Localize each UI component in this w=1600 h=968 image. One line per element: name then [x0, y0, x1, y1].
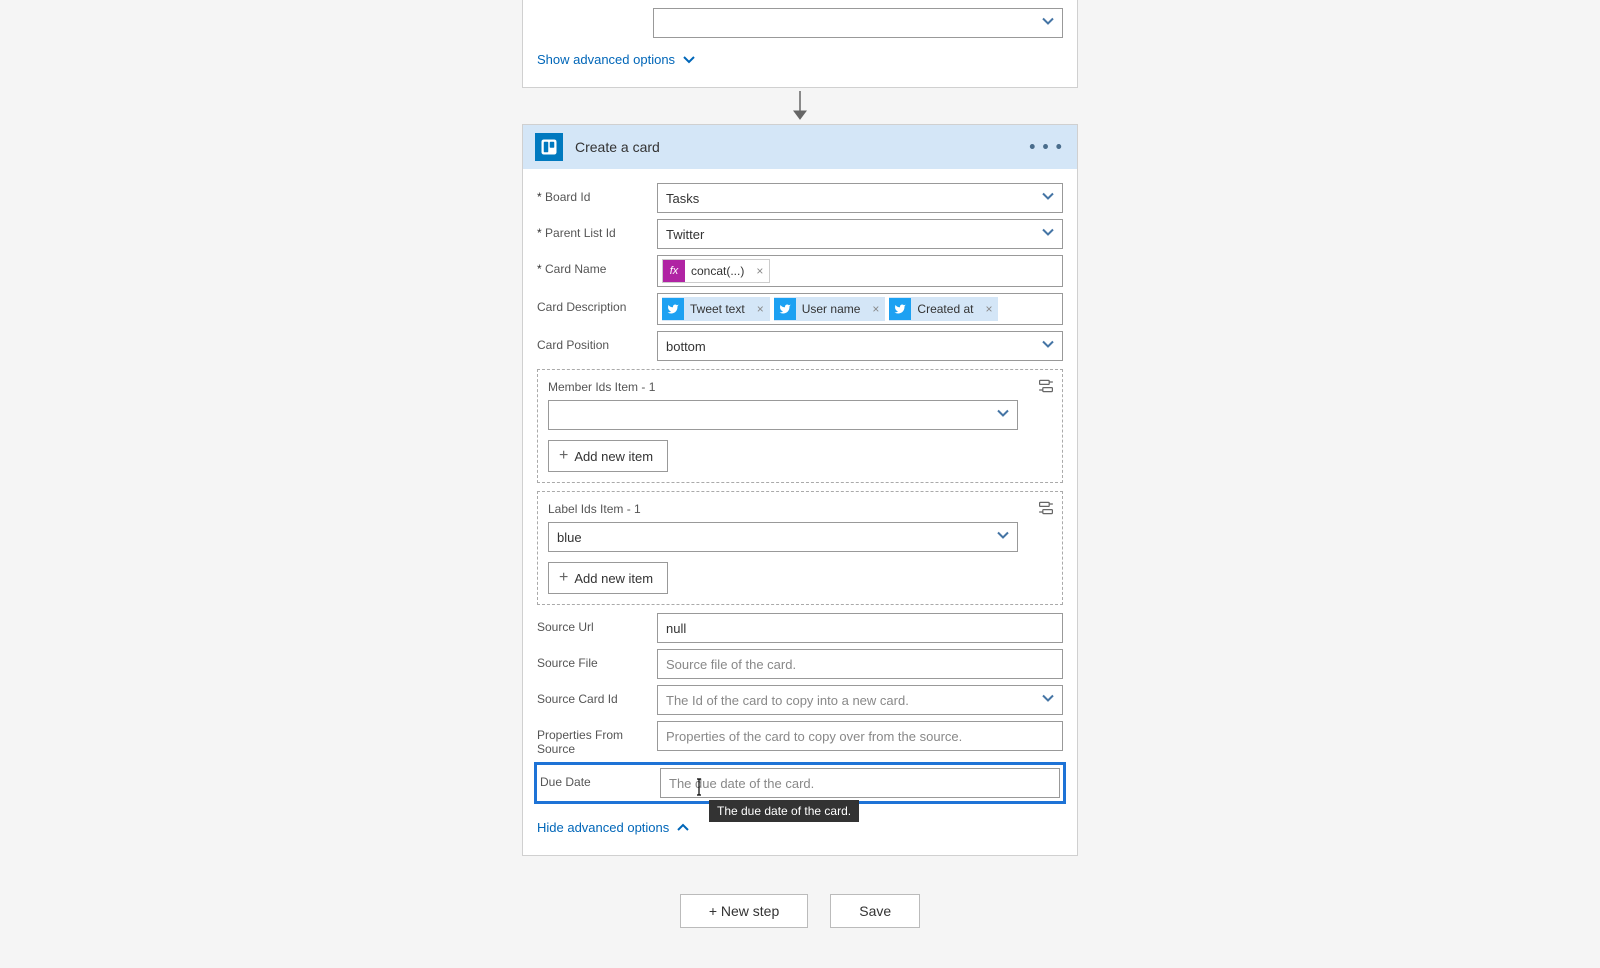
- action-title: Create a card: [575, 139, 660, 155]
- parent-list-id-value: Twitter: [666, 227, 704, 242]
- due-date-label: Due Date: [540, 768, 660, 789]
- save-button[interactable]: Save: [830, 894, 920, 928]
- due-date-placeholder: The due date of the card.: [669, 776, 814, 791]
- fx-icon: fx: [663, 260, 685, 282]
- member-ids-label: Member Ids Item - 1: [548, 380, 1052, 394]
- card-name-label: Card Name: [537, 255, 657, 276]
- chevron-down-icon: [1042, 693, 1054, 708]
- card-desc-input[interactable]: Tweet text × User name × Created at ×: [657, 293, 1063, 325]
- due-date-tooltip: The due date of the card.: [709, 800, 859, 822]
- member-ids-group: Member Ids Item - 1 + Add new item: [537, 369, 1063, 483]
- action-menu-button[interactable]: • • •: [1029, 137, 1063, 158]
- card-pos-value: bottom: [666, 339, 706, 354]
- designer-footer: + New step Save: [522, 894, 1078, 928]
- token-remove[interactable]: ×: [866, 302, 885, 316]
- token-remove[interactable]: ×: [979, 302, 998, 316]
- chevron-down-icon: [1042, 339, 1054, 354]
- props-from-source-input[interactable]: Properties of the card to copy over from…: [657, 721, 1063, 751]
- props-from-source-label: Properties From Source: [537, 721, 657, 756]
- token-remove[interactable]: ×: [751, 302, 770, 316]
- card-desc-label: Card Description: [537, 293, 657, 314]
- label-ids-label: Label Ids Item - 1: [548, 502, 1052, 516]
- switch-array-icon[interactable]: [1038, 500, 1054, 519]
- action-header[interactable]: Create a card • • •: [523, 125, 1077, 169]
- hide-advanced-label: Hide advanced options: [537, 820, 669, 835]
- plus-icon: +: [559, 447, 568, 465]
- twitter-token[interactable]: Created at ×: [889, 297, 998, 321]
- source-url-input[interactable]: null: [657, 613, 1063, 643]
- label-ids-group: Label Ids Item - 1 blue + Add new item: [537, 491, 1063, 605]
- switch-array-icon[interactable]: [1038, 378, 1054, 397]
- twitter-token[interactable]: Tweet text ×: [662, 297, 770, 321]
- action-body: Board Id Tasks Parent List Id Twitter Ca…: [523, 169, 1077, 855]
- member-ids-select[interactable]: [548, 400, 1018, 430]
- add-member-button[interactable]: + Add new item: [548, 440, 668, 472]
- board-id-value: Tasks: [666, 191, 699, 206]
- card-name-input[interactable]: fx concat(...) ×: [657, 255, 1063, 287]
- board-id-label: Board Id: [537, 183, 657, 204]
- chevron-down-icon: [683, 54, 695, 66]
- previous-action-card: Show advanced options: [522, 0, 1078, 88]
- add-label-label: Add new item: [574, 571, 653, 586]
- token-remove[interactable]: ×: [750, 264, 769, 278]
- fx-token[interactable]: fx concat(...) ×: [662, 259, 770, 283]
- add-label-button[interactable]: + Add new item: [548, 562, 668, 594]
- source-card-id-placeholder: The Id of the card to copy into a new ca…: [666, 693, 909, 708]
- token-text: Created at: [911, 302, 979, 316]
- parent-list-id-label: Parent List Id: [537, 219, 657, 240]
- token-text: User name: [796, 302, 867, 316]
- source-card-id-select[interactable]: The Id of the card to copy into a new ca…: [657, 685, 1063, 715]
- chevron-down-icon: [1042, 227, 1054, 242]
- hide-advanced-link[interactable]: Hide advanced options: [537, 814, 689, 841]
- twitter-icon: [889, 298, 911, 320]
- flow-arrow-connector: [788, 88, 812, 124]
- prev-select[interactable]: [653, 8, 1063, 38]
- chevron-down-icon: [997, 408, 1009, 423]
- label-ids-value: blue: [557, 530, 582, 545]
- props-from-source-placeholder: Properties of the card to copy over from…: [666, 729, 962, 744]
- label-ids-select[interactable]: blue: [548, 522, 1018, 552]
- twitter-icon: [774, 298, 796, 320]
- source-card-id-label: Source Card Id: [537, 685, 657, 706]
- chevron-down-icon: [1042, 191, 1054, 206]
- card-pos-select[interactable]: bottom: [657, 331, 1063, 361]
- chevron-down-icon: [1042, 16, 1054, 31]
- twitter-token[interactable]: User name ×: [774, 297, 886, 321]
- chevron-down-icon: [997, 530, 1009, 545]
- add-member-label: Add new item: [574, 449, 653, 464]
- twitter-icon: [662, 298, 684, 320]
- source-url-label: Source Url: [537, 613, 657, 634]
- fx-token-text: concat(...): [685, 264, 750, 278]
- due-date-highlight: Due Date The due date of the card. The d…: [534, 762, 1066, 804]
- show-advanced-link[interactable]: Show advanced options: [537, 46, 695, 73]
- plus-icon: +: [559, 569, 568, 587]
- board-id-select[interactable]: Tasks: [657, 183, 1063, 213]
- parent-list-id-select[interactable]: Twitter: [657, 219, 1063, 249]
- source-file-input[interactable]: Source file of the card.: [657, 649, 1063, 679]
- source-url-value: null: [666, 621, 686, 636]
- trello-icon: [535, 133, 563, 161]
- source-file-placeholder: Source file of the card.: [666, 657, 796, 672]
- due-date-input[interactable]: The due date of the card.: [660, 768, 1060, 798]
- show-advanced-label: Show advanced options: [537, 52, 675, 67]
- create-card-action: Create a card • • • Board Id Tasks Paren…: [522, 124, 1078, 856]
- source-file-label: Source File: [537, 649, 657, 670]
- new-step-button[interactable]: + New step: [680, 894, 808, 928]
- card-pos-label: Card Position: [537, 331, 657, 352]
- chevron-up-icon: [677, 822, 689, 834]
- token-text: Tweet text: [684, 302, 751, 316]
